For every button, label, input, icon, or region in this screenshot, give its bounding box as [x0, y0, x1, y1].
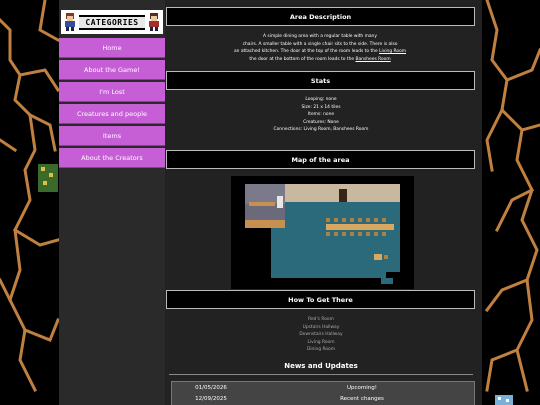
path-step[interactable]: Red's Room — [165, 316, 477, 324]
news-table: 01/05/2026 Upcoming! 12/09/2025 Recent c… — [171, 381, 475, 405]
nav-item-home[interactable]: Home — [59, 38, 165, 58]
description-line: chairs. A smaller table with a single ch… — [242, 41, 398, 47]
nav-item-about-creators[interactable]: About the Creators — [59, 148, 165, 168]
news-divider — [169, 374, 473, 375]
path-step[interactable]: Downstairs Hallway — [165, 331, 477, 339]
area-description-text: A simple dining area with a regular tabl… — [225, 33, 415, 63]
character-sprite-icon — [149, 13, 159, 31]
news-title: News and Updates — [284, 362, 358, 370]
categories-title: CATEGORIES — [79, 14, 145, 30]
nav-item-creatures[interactable]: Creatures and people — [59, 104, 165, 124]
flower-sprite-icon — [495, 395, 513, 405]
description-text: an attached kitchen. The door at the top… — [233, 49, 380, 55]
nav-item-im-lost[interactable]: I'm Lost — [59, 82, 165, 102]
stat-connections: Connections: Living Room, Banshees Room — [273, 127, 369, 133]
path-step[interactable]: Upstairs Hallway — [165, 324, 477, 332]
stats-list: Looping: none Size: 21 x 14 tiles Items:… — [165, 96, 477, 134]
how-to-path-list: Red's Room Upstairs Hallway Downstairs H… — [165, 316, 477, 354]
category-nav: Home About the Game! I'm Lost Creatures … — [59, 38, 165, 170]
news-row[interactable]: 01/05/2026 Upcoming! — [172, 382, 474, 393]
left-root-background — [0, 0, 59, 405]
character-sprite-icon — [65, 13, 75, 31]
news-headline: Upcoming! — [347, 384, 377, 391]
news-date: 12/09/2025 — [195, 395, 227, 402]
categories-banner: CATEGORIES — [61, 10, 163, 34]
cactus-sprite-icon — [38, 164, 58, 192]
stat-size: Size: 21 x 14 tiles — [301, 104, 341, 110]
sidebar: CATEGORIES Home About the Game! I'm Lost… — [59, 0, 165, 405]
news-headline: Recent changes — [340, 395, 384, 402]
banshees-room-link[interactable]: Banshees Room — [355, 57, 390, 62]
right-root-background — [482, 0, 540, 405]
main-content: Area Description A simple dining area wi… — [165, 0, 482, 405]
stat-creatures: Creatures: None — [303, 119, 339, 125]
path-step[interactable]: Dining Room — [165, 346, 477, 354]
section-title-how-to: How To Get There — [166, 290, 475, 309]
stat-looping: Looping: none — [305, 97, 337, 102]
section-title-map: Map of the area — [166, 150, 475, 169]
description-line: the door at the bottom of the room leads… — [225, 56, 415, 64]
news-row[interactable]: 12/09/2025 Recent changes — [172, 393, 474, 404]
stat-items: Items: none — [307, 112, 335, 118]
news-date: 01/05/2026 — [195, 384, 227, 391]
area-map-image — [231, 176, 414, 289]
nav-item-items[interactable]: Items — [59, 126, 165, 146]
living-room-link[interactable]: Living Room — [379, 49, 406, 54]
description-text: the door at the bottom of the room leads… — [249, 56, 356, 62]
section-title-area-description: Area Description — [166, 7, 475, 26]
path-step[interactable]: Living Room — [165, 339, 477, 347]
description-line: A simple dining area with a regular tabl… — [263, 34, 377, 39]
description-line: an attached kitchen. The door at the top… — [225, 48, 415, 56]
section-title-stats: Stats — [166, 71, 475, 90]
nav-item-about-game[interactable]: About the Game! — [59, 60, 165, 80]
